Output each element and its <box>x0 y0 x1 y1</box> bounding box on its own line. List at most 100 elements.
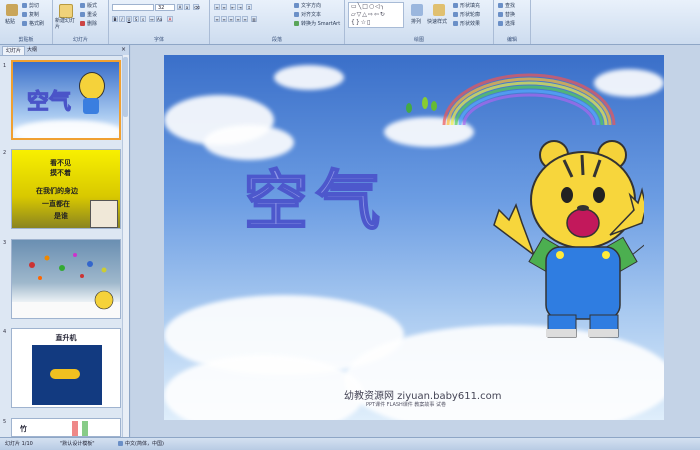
font-name-select[interactable] <box>112 4 154 11</box>
bullets-button[interactable]: ≡ <box>214 4 220 10</box>
scroll-thumb[interactable] <box>123 57 128 117</box>
tab-slides[interactable]: 幻灯片 <box>2 46 26 55</box>
tree-icon <box>422 97 428 109</box>
distribute-button[interactable]: ≡ <box>242 16 248 22</box>
binoculars-icon <box>498 3 503 8</box>
format-painter-button[interactable]: 格式刷 <box>22 20 44 27</box>
char-spacing-button[interactable]: ↔ <box>149 16 155 22</box>
layout-icon <box>80 3 85 8</box>
paragraph-group: ≡ ≡ ⇤ ⇥ ↕ ≡ ≡ ≡ ≡ ≡ ▥ 文字方向 对齐文本 转换为 Smar… <box>210 0 345 44</box>
align-right-button[interactable]: ≡ <box>228 16 234 22</box>
cloud <box>274 65 344 90</box>
text-direction-button[interactable]: 文字方向 <box>294 2 321 9</box>
helicopter-image <box>32 345 102 405</box>
line-spacing-button[interactable]: ↕ <box>246 4 252 10</box>
editing-group: 查找 替换 选择 编辑 <box>494 0 531 44</box>
tab-outline[interactable]: 大纲 <box>24 46 40 54</box>
font-size-select[interactable]: 32 <box>155 4 175 11</box>
align-center-button[interactable]: ≡ <box>221 16 227 22</box>
cut-button[interactable]: 剪切 <box>22 2 39 9</box>
delete-button[interactable]: 删除 <box>80 20 97 27</box>
reset-button[interactable]: 重设 <box>80 11 97 18</box>
copy-icon <box>22 12 27 17</box>
arrange-icon[interactable] <box>411 4 423 16</box>
close-icon[interactable]: × <box>121 46 126 53</box>
shrink-font-button[interactable]: a <box>184 4 190 10</box>
language-indicator[interactable]: 中文(简体，中国) <box>118 438 164 450</box>
columns-button[interactable]: ▥ <box>251 16 257 22</box>
font-color-button[interactable]: A <box>167 16 173 22</box>
bold-button[interactable]: B <box>112 16 118 22</box>
thumb-number: 3 <box>3 240 7 246</box>
align-text-button[interactable]: 对齐文本 <box>294 11 321 18</box>
strikethrough-button[interactable]: S <box>133 16 139 22</box>
grow-font-button[interactable]: A <box>177 4 183 10</box>
italic-button[interactable]: I <box>119 16 125 22</box>
replace-icon <box>498 12 503 17</box>
tiger-mascot-image <box>493 140 644 338</box>
font-group: 32 A a ⌫ B I U S s ↔ Aa A 字体 <box>109 0 210 44</box>
slide-thumbnail-3[interactable] <box>11 239 121 319</box>
thumb-title: 直升机 <box>55 334 77 342</box>
arrange-button[interactable]: 排列 <box>411 18 421 25</box>
tiger-thumb-icon <box>79 72 105 100</box>
new-slide-button[interactable]: 新建幻灯片 <box>55 18 77 30</box>
slide-stage: 空气 幼教资源网 ziyuan.baby611.com PPT课件 FLASH课… <box>131 45 700 437</box>
shadow-button[interactable]: s <box>140 16 146 22</box>
thumb-cloud <box>13 120 119 138</box>
select-button[interactable]: 选择 <box>498 20 515 27</box>
slide-thumbnail-1[interactable]: 空气 <box>11 60 121 140</box>
align-left-button[interactable]: ≡ <box>214 16 220 22</box>
reset-icon <box>80 12 85 17</box>
layout-button[interactable]: 版式 <box>80 2 97 9</box>
thumb-line: 在我们的身边 <box>36 187 78 195</box>
justify-button[interactable]: ≡ <box>235 16 241 22</box>
decor <box>72 421 78 436</box>
slide-thumbnail-2[interactable]: 看不见 摸不着 在我们的身边 一直都在 是谁 <box>11 149 121 229</box>
numbering-button[interactable]: ≡ <box>221 4 227 10</box>
shape-outline-button[interactable]: 形状轮廓 <box>453 11 480 18</box>
effects-icon <box>453 21 458 26</box>
copy-button[interactable]: 复制 <box>22 11 39 18</box>
editing-label: 编辑 <box>506 37 517 43</box>
thumb-number: 1 <box>3 63 7 69</box>
increase-indent-button[interactable]: ⇥ <box>237 4 243 10</box>
find-button[interactable]: 查找 <box>498 2 515 9</box>
thumb-line: 是谁 <box>54 212 68 220</box>
panel-tabs: 幻灯片 大纲 × <box>0 45 129 56</box>
shapes-gallery[interactable]: ▭╲□○◁╮ ▱▽△⇨⇦↻ {}☆▯ <box>348 2 404 28</box>
thumb-title: 空气 <box>26 90 72 116</box>
replace-button[interactable]: 替换 <box>498 11 515 18</box>
clear-format-button[interactable]: ⌫ <box>193 4 200 10</box>
underline-button[interactable]: U <box>126 16 132 22</box>
paste-button[interactable]: 粘贴 <box>5 18 15 25</box>
brush-icon <box>22 21 27 26</box>
quick-styles-button[interactable]: 快速样式 <box>427 18 447 25</box>
thumb-line: 看不见 <box>50 159 71 167</box>
shape-fill-button[interactable]: 形状填充 <box>453 2 480 9</box>
drawing-label: 绘图 <box>413 37 424 43</box>
convert-smartart-button[interactable]: 转换为 SmartArt <box>294 20 340 27</box>
font-label: 字体 <box>153 37 164 43</box>
pen-icon <box>453 12 458 17</box>
helicopter-icon <box>50 369 80 379</box>
paste-icon[interactable] <box>6 4 18 16</box>
slide-thumbnail-4[interactable]: 直升机 <box>11 328 121 408</box>
align-text-icon <box>294 12 299 17</box>
panel-scrollbar[interactable] <box>122 55 129 437</box>
text-direction-icon <box>294 3 299 8</box>
slide-title[interactable]: 空气 <box>243 150 388 242</box>
status-bar: 幻灯片 1/10 "默认设计模板" 中文(简体，中国) <box>0 437 700 450</box>
slide-thumbnail-5[interactable]: 竹 <box>11 418 121 437</box>
ribbon: 粘贴 剪切 复制 格式刷 剪贴板 新建幻灯片 版式 重设 删除 幻灯片 32 A… <box>0 0 700 45</box>
main-slide[interactable]: 空气 幼教资源网 ziyuan.baby611.com PPT课件 FLASH课… <box>164 55 664 420</box>
tree-icon <box>406 103 412 113</box>
thumb-number: 5 <box>3 419 7 425</box>
change-case-button[interactable]: Aa <box>156 16 162 22</box>
decrease-indent-button[interactable]: ⇤ <box>230 4 236 10</box>
shape-effects-button[interactable]: 形状效果 <box>453 20 480 27</box>
slides-label: 幻灯片 <box>72 37 88 43</box>
quick-styles-icon[interactable] <box>433 4 445 16</box>
new-slide-icon[interactable] <box>59 4 73 18</box>
tree-icon <box>431 101 437 111</box>
